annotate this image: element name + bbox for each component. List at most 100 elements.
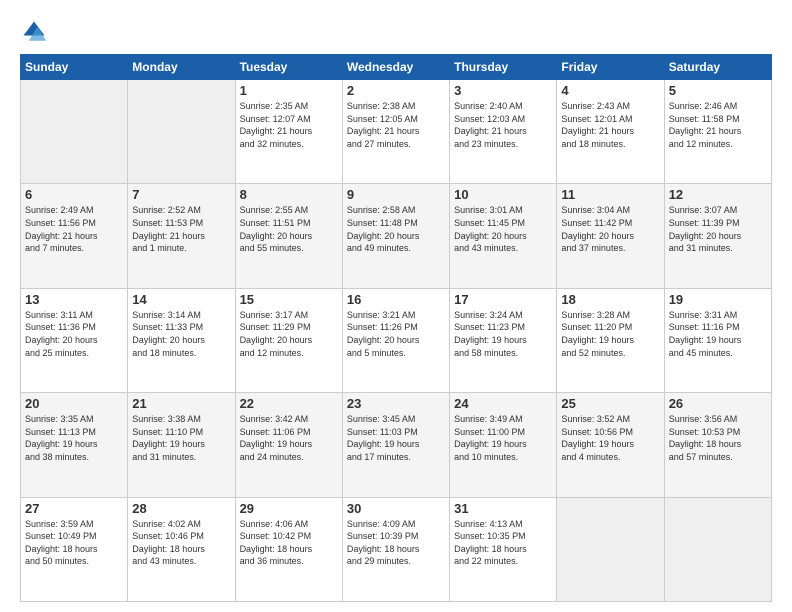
day-number: 18 — [561, 292, 659, 307]
page: SundayMondayTuesdayWednesdayThursdayFrid… — [0, 0, 792, 612]
day-info: Sunrise: 3:45 AM Sunset: 11:03 PM Daylig… — [347, 413, 445, 463]
day-info: Sunrise: 3:17 AM Sunset: 11:29 PM Daylig… — [240, 309, 338, 359]
calendar-cell — [128, 80, 235, 184]
day-info: Sunrise: 4:06 AM Sunset: 10:42 PM Daylig… — [240, 518, 338, 568]
day-info: Sunrise: 3:35 AM Sunset: 11:13 PM Daylig… — [25, 413, 123, 463]
calendar-cell: 3 Sunrise: 2:40 AM Sunset: 12:03 AM Dayli… — [450, 80, 557, 184]
day-info: Sunrise: 2:43 AM Sunset: 12:01 AM Daylig… — [561, 100, 659, 150]
calendar-cell: 27Sunrise: 3:59 AM Sunset: 10:49 PM Dayl… — [21, 497, 128, 601]
day-number: 29 — [240, 501, 338, 516]
day-info: Sunrise: 3:01 AM Sunset: 11:45 PM Daylig… — [454, 204, 552, 254]
day-number: 17 — [454, 292, 552, 307]
day-info: Sunrise: 4:09 AM Sunset: 10:39 PM Daylig… — [347, 518, 445, 568]
day-number: 15 — [240, 292, 338, 307]
calendar-cell: 19Sunrise: 3:31 AM Sunset: 11:16 PM Dayl… — [664, 288, 771, 392]
calendar-cell — [664, 497, 771, 601]
day-number: 20 — [25, 396, 123, 411]
day-number: 11 — [561, 187, 659, 202]
day-number: 19 — [669, 292, 767, 307]
weekday-header: Tuesday — [235, 55, 342, 80]
calendar-cell: 1 Sunrise: 2:35 AM Sunset: 12:07 AM Dayli… — [235, 80, 342, 184]
calendar-table: SundayMondayTuesdayWednesdayThursdayFrid… — [20, 54, 772, 602]
day-info: Sunrise: 3:42 AM Sunset: 11:06 PM Daylig… — [240, 413, 338, 463]
logo-icon — [20, 18, 48, 46]
calendar-cell: 14Sunrise: 3:14 AM Sunset: 11:33 PM Dayl… — [128, 288, 235, 392]
day-number: 25 — [561, 396, 659, 411]
day-info: Sunrise: 3:56 AM Sunset: 10:53 PM Daylig… — [669, 413, 767, 463]
weekday-header: Monday — [128, 55, 235, 80]
calendar-cell: 6 Sunrise: 2:49 AM Sunset: 11:56 PM Dayli… — [21, 184, 128, 288]
day-number: 21 — [132, 396, 230, 411]
day-info: Sunrise: 3:49 AM Sunset: 11:00 PM Daylig… — [454, 413, 552, 463]
day-number: 7 — [132, 187, 230, 202]
day-info: Sunrise: 3:11 AM Sunset: 11:36 PM Daylig… — [25, 309, 123, 359]
day-number: 23 — [347, 396, 445, 411]
calendar-week-row: 13 Sunrise: 3:11 AM Sunset: 11:36 PM Dayl… — [21, 288, 772, 392]
day-info: Sunrise: 3:14 AM Sunset: 11:33 PM Daylig… — [132, 309, 230, 359]
calendar-cell: 2Sunrise: 2:38 AM Sunset: 12:05 AM Dayli… — [342, 80, 449, 184]
weekday-header: Thursday — [450, 55, 557, 80]
day-info: Sunrise: 2:58 AM Sunset: 11:48 PM Daylig… — [347, 204, 445, 254]
calendar-cell: 9Sunrise: 2:58 AM Sunset: 11:48 PM Dayli… — [342, 184, 449, 288]
day-info: Sunrise: 3:07 AM Sunset: 11:39 PM Daylig… — [669, 204, 767, 254]
calendar-cell — [557, 497, 664, 601]
calendar-cell: 30 Sunrise: 4:09 AM Sunset: 10:39 PM Dayl… — [342, 497, 449, 601]
calendar-cell: 15 Sunrise: 3:17 AM Sunset: 11:29 PM Dayl… — [235, 288, 342, 392]
day-info: Sunrise: 2:35 AM Sunset: 12:07 AM Daylig… — [240, 100, 338, 150]
day-info: Sunrise: 2:46 AM Sunset: 11:58 PM Daylig… — [669, 100, 767, 150]
calendar-cell: 22 Sunrise: 3:42 AM Sunset: 11:06 PM Dayl… — [235, 393, 342, 497]
day-number: 22 — [240, 396, 338, 411]
day-number: 5 — [669, 83, 767, 98]
day-info: Sunrise: 2:40 AM Sunset: 12:03 AM Daylig… — [454, 100, 552, 150]
day-number: 2 — [347, 83, 445, 98]
day-number: 1 — [240, 83, 338, 98]
calendar-cell: 5 Sunrise: 2:46 AM Sunset: 11:58 PM Dayli… — [664, 80, 771, 184]
calendar-cell: 20 Sunrise: 3:35 AM Sunset: 11:13 PM Dayl… — [21, 393, 128, 497]
day-info: Sunrise: 4:13 AM Sunset: 10:35 PM Daylig… — [454, 518, 552, 568]
calendar-week-row: 6 Sunrise: 2:49 AM Sunset: 11:56 PM Dayli… — [21, 184, 772, 288]
calendar-cell: 11 Sunrise: 3:04 AM Sunset: 11:42 PM Dayl… — [557, 184, 664, 288]
day-number: 4 — [561, 83, 659, 98]
day-info: Sunrise: 3:04 AM Sunset: 11:42 PM Daylig… — [561, 204, 659, 254]
calendar-cell: 25Sunrise: 3:52 AM Sunset: 10:56 PM Dayl… — [557, 393, 664, 497]
day-number: 30 — [347, 501, 445, 516]
day-number: 28 — [132, 501, 230, 516]
calendar-cell: 31Sunrise: 4:13 AM Sunset: 10:35 PM Dayl… — [450, 497, 557, 601]
day-number: 12 — [669, 187, 767, 202]
day-number: 26 — [669, 396, 767, 411]
calendar-week-row: 20 Sunrise: 3:35 AM Sunset: 11:13 PM Dayl… — [21, 393, 772, 497]
day-info: Sunrise: 2:55 AM Sunset: 11:51 PM Daylig… — [240, 204, 338, 254]
calendar-cell: 16 Sunrise: 3:21 AM Sunset: 11:26 PM Dayl… — [342, 288, 449, 392]
day-info: Sunrise: 3:21 AM Sunset: 11:26 PM Daylig… — [347, 309, 445, 359]
day-info: Sunrise: 2:49 AM Sunset: 11:56 PM Daylig… — [25, 204, 123, 254]
day-number: 6 — [25, 187, 123, 202]
calendar-cell: 13 Sunrise: 3:11 AM Sunset: 11:36 PM Dayl… — [21, 288, 128, 392]
weekday-header: Sunday — [21, 55, 128, 80]
calendar-cell: 18 Sunrise: 3:28 AM Sunset: 11:20 PM Dayl… — [557, 288, 664, 392]
day-number: 10 — [454, 187, 552, 202]
day-number: 3 — [454, 83, 552, 98]
day-number: 16 — [347, 292, 445, 307]
day-info: Sunrise: 2:52 AM Sunset: 11:53 PM Daylig… — [132, 204, 230, 254]
day-info: Sunrise: 3:28 AM Sunset: 11:20 PM Daylig… — [561, 309, 659, 359]
day-info: Sunrise: 3:38 AM Sunset: 11:10 PM Daylig… — [132, 413, 230, 463]
day-info: Sunrise: 4:02 AM Sunset: 10:46 PM Daylig… — [132, 518, 230, 568]
day-number: 13 — [25, 292, 123, 307]
day-number: 24 — [454, 396, 552, 411]
calendar-cell: 28 Sunrise: 4:02 AM Sunset: 10:46 PM Dayl… — [128, 497, 235, 601]
header — [20, 18, 772, 46]
logo — [20, 18, 52, 46]
calendar-cell: 17 Sunrise: 3:24 AM Sunset: 11:23 PM Dayl… — [450, 288, 557, 392]
weekday-header: Wednesday — [342, 55, 449, 80]
day-number: 8 — [240, 187, 338, 202]
calendar-cell: 23 Sunrise: 3:45 AM Sunset: 11:03 PM Dayl… — [342, 393, 449, 497]
day-number: 27 — [25, 501, 123, 516]
calendar-cell: 26 Sunrise: 3:56 AM Sunset: 10:53 PM Dayl… — [664, 393, 771, 497]
calendar-week-row: 1 Sunrise: 2:35 AM Sunset: 12:07 AM Dayli… — [21, 80, 772, 184]
day-info: Sunrise: 3:24 AM Sunset: 11:23 PM Daylig… — [454, 309, 552, 359]
calendar-cell: 12 Sunrise: 3:07 AM Sunset: 11:39 PM Dayl… — [664, 184, 771, 288]
calendar-cell: 24 Sunrise: 3:49 AM Sunset: 11:00 PM Dayl… — [450, 393, 557, 497]
calendar-cell: 8 Sunrise: 2:55 AM Sunset: 11:51 PM Dayli… — [235, 184, 342, 288]
calendar-week-row: 27Sunrise: 3:59 AM Sunset: 10:49 PM Dayl… — [21, 497, 772, 601]
calendar-cell — [21, 80, 128, 184]
